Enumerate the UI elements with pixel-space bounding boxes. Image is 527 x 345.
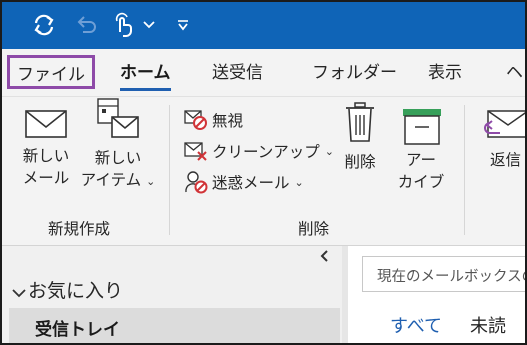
new-mail-label-2: メール bbox=[22, 169, 70, 187]
new-mail-label-1: 新しい bbox=[22, 147, 70, 165]
trash-icon bbox=[346, 102, 374, 142]
chevron-down-icon: ⌄ bbox=[324, 144, 334, 158]
search-placeholder: 現在のメールボックスの bbox=[377, 269, 527, 285]
reply-button[interactable]: 返信 bbox=[482, 105, 525, 171]
archive-label-2: カイブ bbox=[397, 173, 445, 191]
favorites-header[interactable]: お気に入り bbox=[12, 276, 123, 303]
tab-folder[interactable]: フォルダー bbox=[312, 59, 397, 87]
tab-help[interactable]: ヘ bbox=[506, 59, 523, 87]
ignore-button[interactable]: 無視 bbox=[184, 107, 243, 133]
undo-icon[interactable] bbox=[72, 12, 98, 38]
new-item-label-1: 新しい bbox=[94, 149, 142, 167]
customize-qat-icon[interactable] bbox=[174, 12, 192, 38]
cleanup-icon bbox=[184, 142, 207, 161]
chevron-down-icon: ⌄ bbox=[294, 175, 304, 189]
favorites-label: お気に入り bbox=[28, 280, 124, 302]
junk-button[interactable]: 迷惑メール ⌄ bbox=[184, 169, 304, 195]
search-input[interactable]: 現在のメールボックスの bbox=[362, 256, 527, 292]
cleanup-button[interactable]: クリーンアップ ⌄ bbox=[184, 138, 334, 164]
filter-all[interactable]: すべて bbox=[390, 312, 442, 338]
archive-icon bbox=[403, 109, 441, 145]
folder-pane: お気に入り 受信トレイ bbox=[2, 246, 342, 343]
delete-label: 削除 bbox=[344, 153, 376, 171]
cleanup-label: クリーンアップ bbox=[212, 143, 320, 161]
ignore-icon bbox=[184, 110, 207, 130]
ribbon: 新しい メール 新しい アイテム ⌄ 新規作成 無視 クリーンアップ ⌄ 迷惑メ… bbox=[2, 97, 525, 246]
tab-home[interactable]: ホーム bbox=[120, 59, 171, 91]
ignore-label: 無視 bbox=[212, 112, 244, 130]
chevron-down-icon bbox=[12, 281, 26, 303]
chevron-down-icon: ⌄ bbox=[146, 175, 156, 188]
junk-mail-icon bbox=[185, 171, 208, 194]
new-mail-button[interactable]: 新しい メール bbox=[18, 105, 74, 189]
new-item-button[interactable]: 新しい アイテム ⌄ bbox=[80, 98, 156, 193]
touch-mode-icon[interactable] bbox=[110, 12, 136, 38]
new-item-label-2: アイテム bbox=[80, 171, 142, 189]
group-label-delete: 削除 bbox=[298, 220, 330, 238]
mail-list-pane: 現在のメールボックスの すべて 未読 bbox=[348, 246, 525, 343]
title-bar bbox=[2, 2, 525, 49]
reply-icon bbox=[484, 110, 525, 138]
mail-icon bbox=[25, 110, 67, 138]
archive-label-1: アー bbox=[405, 151, 437, 169]
new-items-icon bbox=[97, 98, 139, 138]
tab-view[interactable]: 表示 bbox=[428, 59, 462, 87]
tab-file[interactable]: ファイル bbox=[7, 55, 95, 89]
ribbon-tabs: ファイル ホーム 送受信 フォルダー 表示 ヘ bbox=[2, 49, 525, 97]
filter-unread[interactable]: 未読 bbox=[470, 312, 506, 338]
reply-label: 返信 bbox=[490, 151, 522, 169]
junk-label: 迷惑メール bbox=[212, 174, 290, 192]
tab-send-receive[interactable]: 送受信 bbox=[212, 59, 263, 87]
chevron-down-icon[interactable] bbox=[142, 12, 156, 38]
delete-button[interactable]: 削除 bbox=[338, 102, 382, 173]
archive-button[interactable]: アー カイブ bbox=[396, 105, 446, 193]
group-separator bbox=[464, 105, 465, 235]
group-separator bbox=[169, 105, 170, 235]
active-tab-indicator bbox=[120, 88, 171, 91]
collapse-pane-icon[interactable] bbox=[319, 250, 329, 265]
outlook-window: ファイル ホーム 送受信 フォルダー 表示 ヘ 新しい メール 新しい アイテム… bbox=[0, 0, 527, 345]
tab-home-label: ホーム bbox=[120, 63, 171, 83]
inbox-label: 受信トレイ bbox=[35, 320, 120, 340]
group-label-new: 新規作成 bbox=[48, 220, 111, 238]
folder-item-inbox[interactable]: 受信トレイ bbox=[9, 308, 340, 343]
sync-icon[interactable] bbox=[30, 12, 58, 38]
